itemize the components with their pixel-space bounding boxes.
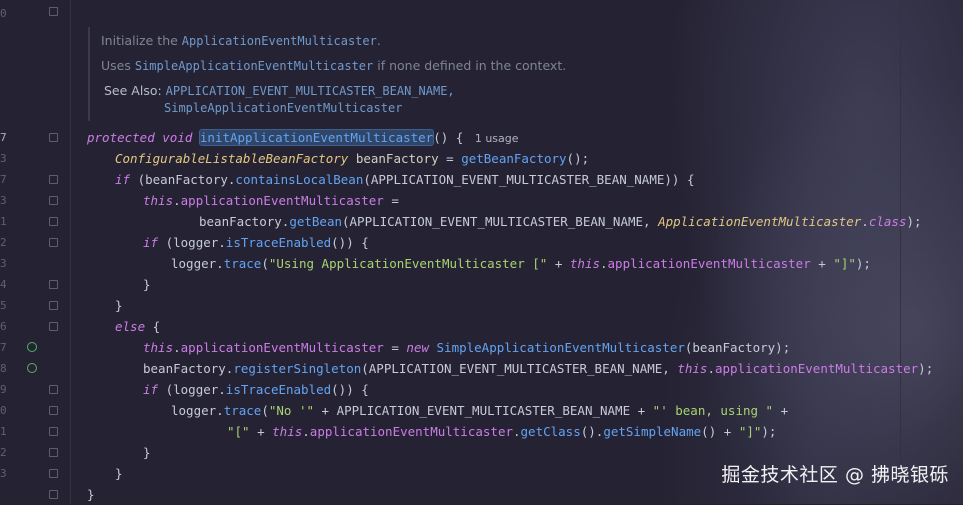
line-number-active: 7 xyxy=(0,131,7,144)
doc-description: Uses SimpleApplicationEventMulticaster i… xyxy=(101,58,567,73)
doc-summary: Initialize the ApplicationEventMulticast… xyxy=(101,33,381,48)
line-number: 2 xyxy=(0,236,7,249)
fold-marker[interactable] xyxy=(49,448,58,457)
line-number: 6 xyxy=(0,320,7,333)
line-number: 4 xyxy=(0,278,7,291)
fold-marker[interactable] xyxy=(49,406,58,415)
code-line: } xyxy=(143,277,151,292)
line-number: 3 xyxy=(0,257,7,270)
fold-marker[interactable] xyxy=(49,322,58,331)
fold-marker[interactable] xyxy=(49,427,58,436)
line-number: 1 xyxy=(0,425,7,438)
doc-see-also: See Also: APPLICATION_EVENT_MULTICASTER_… xyxy=(104,83,455,98)
doc-link[interactable]: APPLICATION_EVENT_MULTICASTER_BEAN_NAME, xyxy=(166,84,455,98)
fold-marker[interactable] xyxy=(49,469,58,478)
line-number: 3 xyxy=(0,467,7,480)
line-number: 3 xyxy=(0,152,7,165)
implementation-marker-icon[interactable] xyxy=(27,363,37,373)
fold-marker[interactable] xyxy=(49,238,58,247)
code-line: if (beanFactory.containsLocalBean(APPLIC… xyxy=(115,172,695,187)
doc-link[interactable]: ApplicationEventMulticaster xyxy=(182,34,377,48)
fold-marker[interactable] xyxy=(49,217,58,226)
doc-see-also-2: SimpleApplicationEventMulticaster xyxy=(164,100,402,115)
doc-link[interactable]: SimpleApplicationEventMulticaster xyxy=(164,101,402,115)
fold-marker[interactable] xyxy=(49,7,58,16)
code-line: "[" + this.applicationEventMulticaster.g… xyxy=(227,424,777,439)
line-number: 7 xyxy=(0,173,7,186)
line-number: 8 xyxy=(0,362,7,375)
code-line: logger.trace("No '" + APPLICATION_EVENT_… xyxy=(171,403,789,418)
fold-marker[interactable] xyxy=(49,490,58,499)
editor-gutter[interactable]: 0 7 3 7 3 1 2 3 4 5 6 7 8 9 0 1 2 3 xyxy=(0,0,70,504)
code-line: ConfigurableListableBeanFactory beanFact… xyxy=(115,151,590,166)
code-line: beanFactory.getBean(APPLICATION_EVENT_MU… xyxy=(199,214,922,229)
code-line: this.applicationEventMulticaster = new S… xyxy=(143,340,791,355)
code-line: else { xyxy=(115,319,161,334)
fold-marker[interactable] xyxy=(49,175,58,184)
code-line: } xyxy=(87,487,95,502)
line-number: 0 xyxy=(0,404,7,417)
code-line: this.applicationEventMulticaster = xyxy=(143,193,399,208)
line-number: 2 xyxy=(0,446,7,459)
usage-hint[interactable]: 1 usage xyxy=(475,132,519,145)
code-line: } xyxy=(143,445,151,460)
code-line: beanFactory.registerSingleton(APPLICATIO… xyxy=(143,361,934,376)
watermark: 掘金技术社区 @ 拂晓银砾 xyxy=(721,464,949,486)
line-number: 7 xyxy=(0,341,7,354)
method-name[interactable]: initApplicationEventMulticaster xyxy=(198,129,435,146)
line-number: 5 xyxy=(0,299,7,312)
line-number: 3 xyxy=(0,194,7,207)
doc-link[interactable]: SimpleApplicationEventMulticaster xyxy=(135,59,373,73)
line-number: 0 xyxy=(0,7,7,20)
code-line: logger.trace("Using ApplicationEventMult… xyxy=(171,256,871,271)
code-line: if (logger.isTraceEnabled()) { xyxy=(143,235,369,250)
line-number: 1 xyxy=(0,215,7,228)
code-line: } xyxy=(115,298,123,313)
fold-marker[interactable] xyxy=(49,196,58,205)
fold-marker[interactable] xyxy=(49,280,58,289)
implementation-marker-icon[interactable] xyxy=(27,342,37,352)
code-line: } xyxy=(115,466,123,481)
fold-marker[interactable] xyxy=(49,133,58,142)
line-number: 9 xyxy=(0,383,7,396)
javadoc-rendered: Initialize the ApplicationEventMulticast… xyxy=(88,27,710,121)
see-also-label: See Also: xyxy=(104,83,162,98)
code-line: if (logger.isTraceEnabled()) { xyxy=(143,382,369,397)
right-margin-guide xyxy=(900,0,901,504)
code-line: protected void initApplicationEventMulti… xyxy=(87,129,519,146)
fold-marker[interactable] xyxy=(49,385,58,394)
fold-marker[interactable] xyxy=(49,301,58,310)
gutter-divider xyxy=(70,0,71,504)
